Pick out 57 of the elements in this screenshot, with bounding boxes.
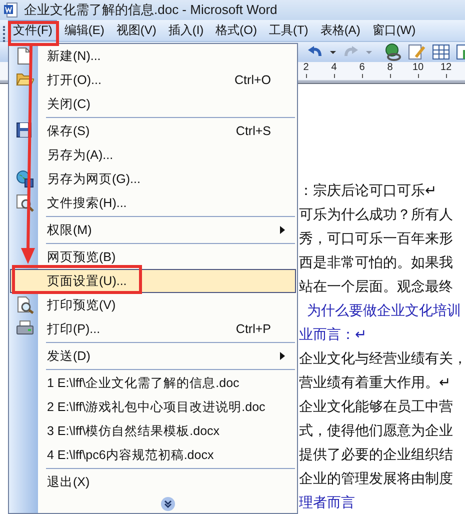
menu-item[interactable]: 关闭(C) bbox=[10, 92, 296, 116]
text-line: 站在一个层面。观念最终 bbox=[299, 277, 453, 296]
text-line: 提供了必要的企业组织结 bbox=[299, 445, 453, 464]
highlight-frame bbox=[8, 21, 59, 46]
menu-item[interactable]: 打印预览(V) bbox=[10, 293, 296, 317]
ruler-number: 12 bbox=[440, 62, 452, 74]
window-title: 企业文化需了解的信息.doc - Microsoft Word bbox=[24, 1, 278, 19]
ruler-number: 2 bbox=[303, 62, 309, 74]
menu-item[interactable]: 视图(V) bbox=[111, 20, 162, 40]
menu-item[interactable]: 打开(O)... Ctrl+O bbox=[10, 68, 296, 92]
menu-item[interactable]: 编辑(E) bbox=[59, 20, 110, 40]
text-line: 西是非常可怕的。如果我 bbox=[299, 253, 453, 272]
text-line: 企业文化与经营业绩有关， bbox=[299, 349, 465, 368]
preview-icon bbox=[16, 296, 34, 314]
text-line: 企业文化能够在员工中营 bbox=[299, 397, 453, 416]
word-icon bbox=[4, 2, 18, 18]
search-icon bbox=[16, 194, 34, 212]
text-line: 理者而言 bbox=[299, 493, 355, 512]
edit-icon[interactable] bbox=[408, 42, 426, 60]
menu-item[interactable]: 1 E:\lff\企业文化需了解的信息.doc bbox=[10, 371, 296, 395]
ruler-number: 4 bbox=[331, 62, 337, 74]
menu-item[interactable]: 发送(D) bbox=[10, 344, 296, 368]
globe-disk-icon bbox=[16, 170, 34, 188]
menu-item[interactable]: 3 E:\lff\模仿自然结果模板.docx bbox=[10, 419, 296, 443]
text-line: 企业的管理发展将由制度 bbox=[299, 469, 453, 488]
menu-item[interactable]: 2 E:\lff\游戏礼包中心项目改进说明.doc bbox=[10, 395, 296, 419]
text-line: 为什么要做企业文化培训 bbox=[306, 301, 461, 320]
ruler-number: 8 bbox=[387, 62, 393, 74]
menu-item[interactable]: 表格(A) bbox=[315, 20, 366, 40]
menu-item[interactable]: 文件搜索(H)... bbox=[10, 191, 296, 215]
table-icon[interactable] bbox=[432, 42, 450, 60]
menu-item[interactable]: 窗口(W) bbox=[367, 20, 421, 40]
globe-icon[interactable] bbox=[384, 42, 402, 60]
menu-item[interactable]: 另存为网页(G)... bbox=[10, 167, 296, 191]
menu-item[interactable]: 插入(I) bbox=[163, 20, 209, 40]
text-line: ：宗庆后论可口可乐↵ bbox=[299, 181, 437, 200]
printer-icon bbox=[16, 320, 34, 336]
menu-item[interactable]: 格式(O) bbox=[210, 20, 262, 40]
text-line: 业而言：↵ bbox=[299, 325, 367, 344]
menu-item[interactable]: 保存(S) Ctrl+S bbox=[10, 119, 296, 143]
menu-item[interactable]: 退出(X) bbox=[10, 470, 296, 494]
menu-item[interactable]: 权限(M) bbox=[10, 218, 296, 242]
expand-chevron-icon[interactable] bbox=[160, 497, 174, 511]
menu-item[interactable]: 打印(P)... Ctrl+P bbox=[10, 317, 296, 341]
menu-item[interactable]: 4 E:\lff\pc6内容规范初稿.docx bbox=[10, 443, 296, 467]
text-line: 营业绩有着重大作用。↵ bbox=[299, 373, 451, 392]
text-line: 式，使得他们愿意为企业 bbox=[299, 421, 453, 440]
page-icon bbox=[16, 47, 32, 65]
text-line: 可乐为什么成功？所有人 bbox=[299, 205, 453, 224]
menu-item[interactable]: 工具(T) bbox=[264, 20, 314, 40]
menu-item[interactable]: 另存为(A)... bbox=[10, 143, 296, 167]
ruler-number: 6 bbox=[359, 62, 365, 74]
menu-item[interactable]: 新建(N)... bbox=[10, 44, 296, 68]
menu-item[interactable]: 页面设置(U)... bbox=[10, 269, 296, 293]
ruler-number: 10 bbox=[412, 62, 424, 74]
menu-item[interactable]: 网页预览(B) bbox=[10, 245, 296, 269]
text-line: 秀，可口可乐一百年来形 bbox=[299, 229, 453, 248]
